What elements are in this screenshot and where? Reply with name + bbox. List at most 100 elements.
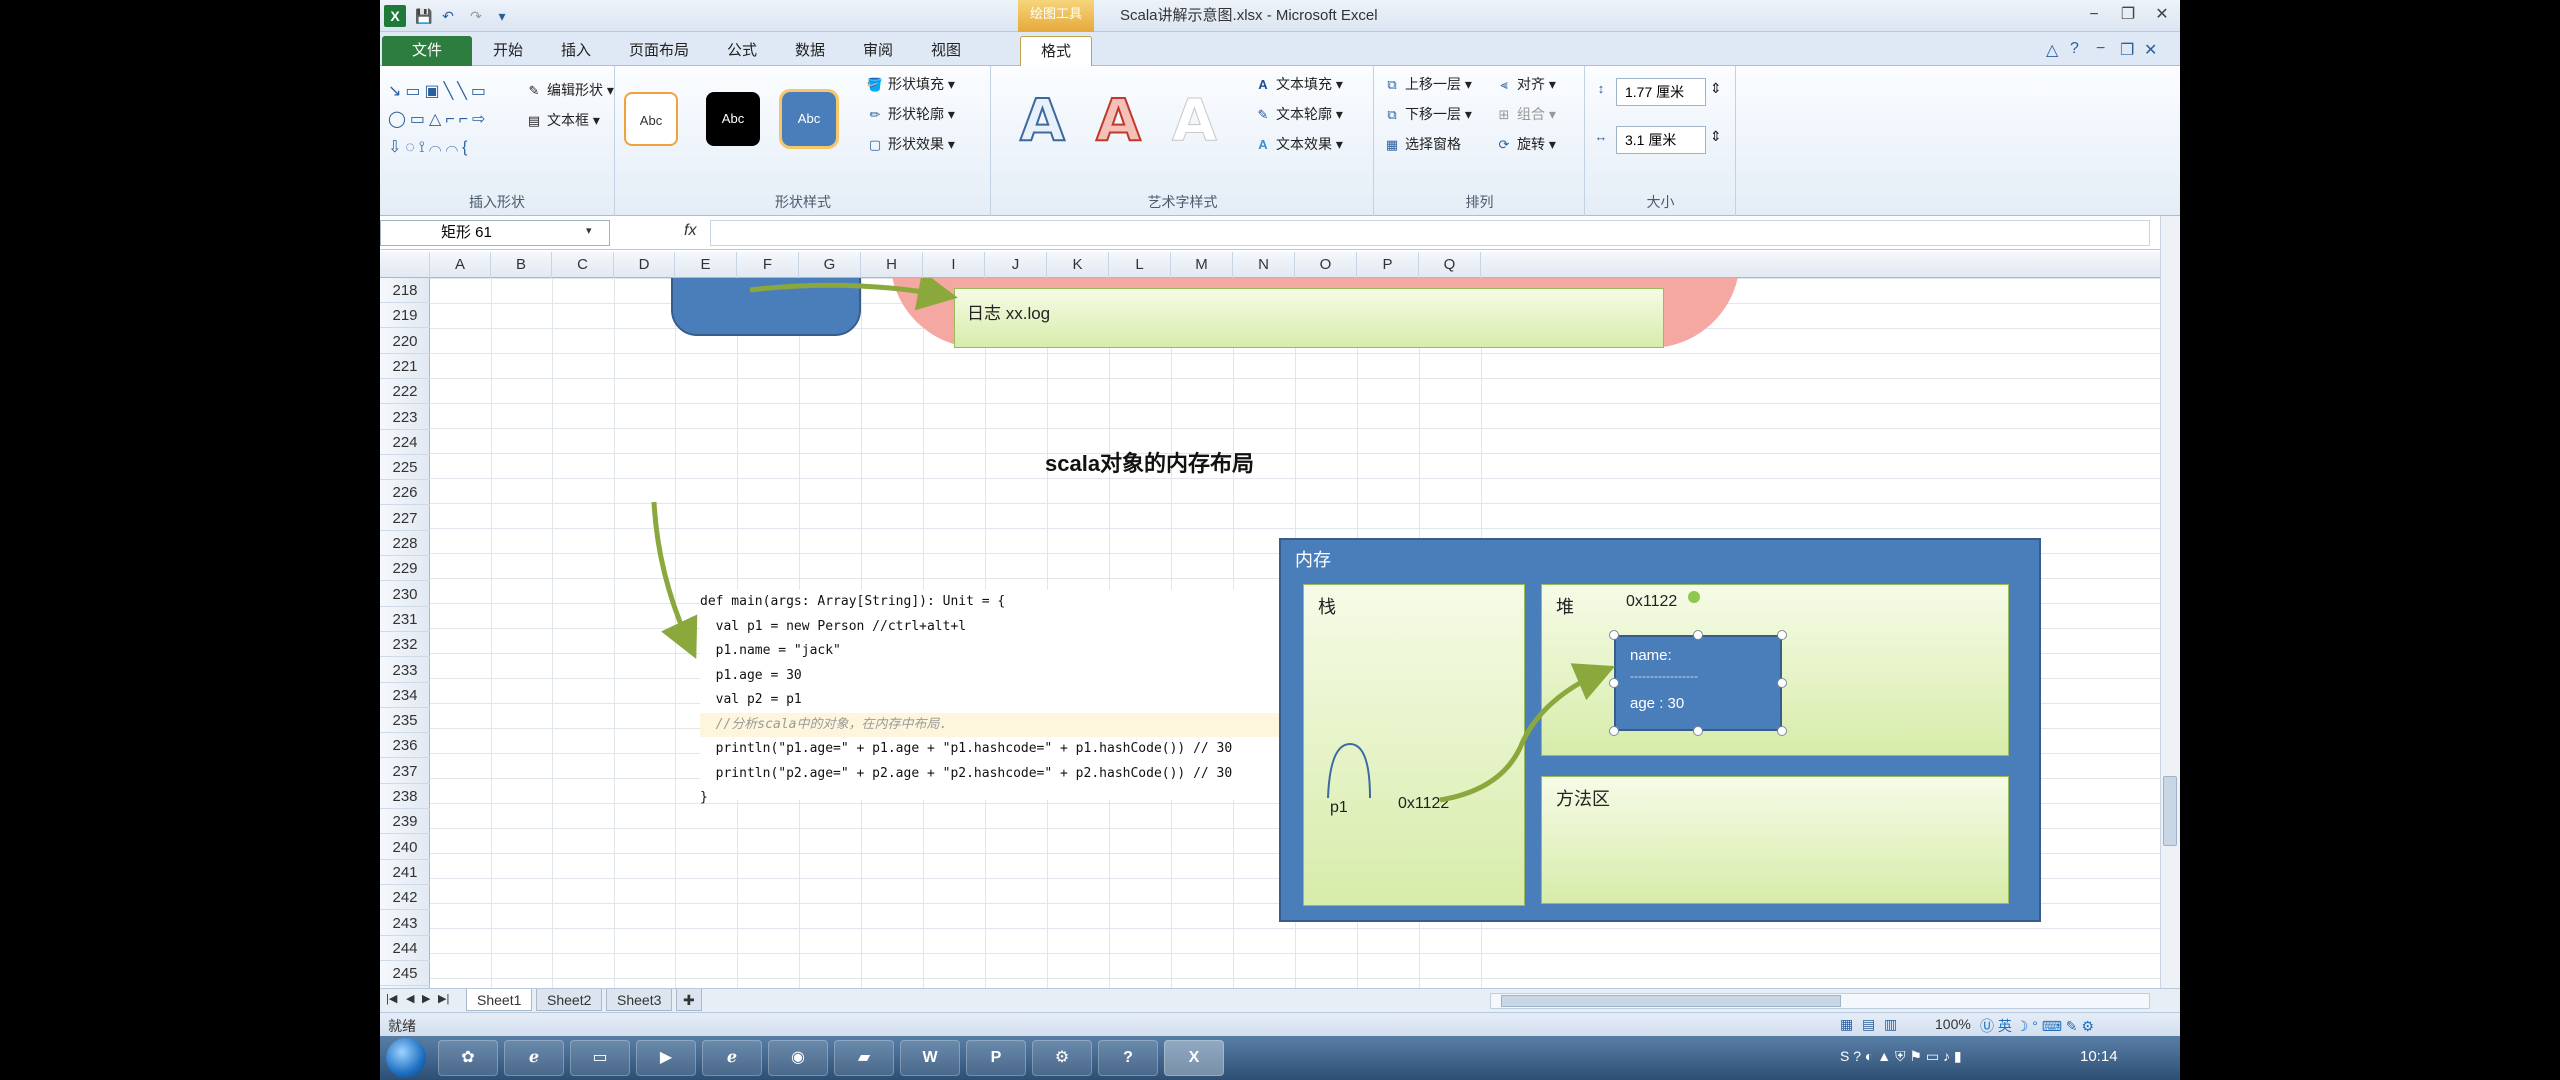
doc-close-icon[interactable]: ✕ — [2144, 40, 2157, 60]
tab-insert[interactable]: 插入 — [544, 36, 608, 66]
resize-handle[interactable] — [1609, 726, 1619, 736]
resize-handle[interactable] — [1693, 630, 1703, 640]
horizontal-scrollbar[interactable] — [1490, 993, 2150, 1009]
row-header[interactable]: 218 — [380, 278, 430, 303]
wordart-sample-white[interactable]: A — [1172, 86, 1218, 155]
blue-rounded-shape[interactable] — [671, 278, 861, 336]
row-header[interactable]: 240 — [380, 835, 430, 860]
align-button[interactable]: ⫷ 对齐 ▾ — [1495, 74, 1556, 94]
row-header[interactable]: 225 — [380, 455, 430, 481]
rotate-handle[interactable] — [1688, 591, 1700, 603]
send-backward-button[interactable]: ⧉ 下移一层 ▾ — [1383, 104, 1472, 124]
shape-effects-button[interactable]: ▢ 形状效果 ▾ — [866, 134, 955, 154]
taskbar-explorer-icon[interactable]: ▭ — [570, 1040, 630, 1076]
row-header[interactable]: 230 — [380, 582, 430, 607]
row-header[interactable]: 224 — [380, 430, 430, 455]
text-box-button[interactable]: ▤ 文本框 ▾ — [525, 110, 600, 130]
customize-toolbar-icon[interactable]: ▾ — [492, 6, 512, 26]
column-header[interactable]: C — [552, 252, 614, 278]
row-header[interactable]: 233 — [380, 658, 430, 683]
doc-minimize-icon[interactable]: − — [2096, 40, 2105, 58]
zoom-level[interactable]: 100% — [1935, 1016, 1971, 1032]
taskbar-help-icon[interactable]: ? — [1098, 1040, 1158, 1076]
rotate-button[interactable]: ⟳ 旋转 ▾ — [1495, 134, 1556, 154]
tab-review[interactable]: 审阅 — [846, 36, 910, 66]
wordart-sample-red[interactable]: A — [1095, 85, 1142, 155]
taskbar-browser-icon[interactable]: ℯ — [702, 1040, 762, 1076]
next-sheet-icon[interactable]: ▶ — [422, 992, 430, 1005]
group-button[interactable]: ⊞ 组合 ▾ — [1495, 104, 1556, 124]
column-header[interactable]: N — [1233, 252, 1295, 278]
column-header[interactable]: J — [985, 252, 1047, 278]
vertical-scrollbar[interactable] — [2160, 216, 2180, 988]
view-page-layout-icon[interactable]: ▤ — [1862, 1016, 1875, 1033]
insert-sheet-icon[interactable]: ✚ — [676, 989, 702, 1011]
prev-sheet-icon[interactable]: ◀ — [406, 992, 414, 1005]
person-object-box[interactable]: name: ----------------- age : 30 — [1614, 635, 1782, 731]
taskbar-powerpoint-icon[interactable]: P — [966, 1040, 1026, 1076]
excel-logo-icon[interactable]: X — [384, 5, 406, 27]
row-header[interactable]: 226 — [380, 480, 430, 506]
row-header[interactable]: 234 — [380, 683, 430, 708]
tab-home[interactable]: 开始 — [476, 36, 540, 66]
taskbar-firefox-icon[interactable]: ◉ — [768, 1040, 828, 1076]
doc-restore-icon[interactable]: ❐ — [2120, 40, 2134, 60]
row-header[interactable]: 228 — [380, 531, 430, 556]
first-sheet-icon[interactable]: |◀ — [386, 992, 397, 1005]
method-area-panel[interactable]: 方法区 — [1541, 776, 2009, 904]
column-header[interactable]: A — [430, 252, 491, 278]
resize-handle[interactable] — [1777, 726, 1787, 736]
height-spinner-icon[interactable]: ⇕ — [1710, 80, 1722, 97]
taskbar-ie-icon[interactable]: ℯ — [504, 1040, 564, 1076]
shape-outline-button[interactable]: ✏ 形状轮廓 ▾ — [866, 104, 955, 124]
taskbar-word-icon[interactable]: W — [900, 1040, 960, 1076]
column-header[interactable]: K — [1047, 252, 1109, 278]
tab-formulas[interactable]: 公式 — [710, 36, 774, 66]
bring-forward-button[interactable]: ⧉ 上移一层 ▾ — [1383, 74, 1472, 94]
start-button-icon[interactable] — [386, 1038, 426, 1078]
undo-icon[interactable]: ↶ — [438, 6, 458, 26]
row-header[interactable]: 232 — [380, 632, 430, 658]
text-fill-button[interactable]: A 文本填充 ▾ — [1254, 74, 1343, 94]
width-spinner-icon[interactable]: ⇕ — [1710, 128, 1722, 145]
heap-panel[interactable]: 堆 0x1122 name: ----------------- age : 3… — [1541, 584, 2009, 756]
column-header[interactable]: L — [1109, 252, 1171, 278]
tab-view[interactable]: 视图 — [914, 36, 978, 66]
tab-file[interactable]: 文件 — [382, 36, 472, 66]
taskbar-tool-icon[interactable]: ⚙ — [1032, 1040, 1092, 1076]
hscroll-thumb[interactable] — [1501, 995, 1841, 1007]
row-header[interactable]: 220 — [380, 329, 430, 354]
resize-handle[interactable] — [1693, 726, 1703, 736]
last-sheet-icon[interactable]: ▶| — [438, 992, 449, 1005]
row-header[interactable]: 229 — [380, 556, 430, 582]
shape-fill-button[interactable]: 🪣 形状填充 ▾ — [866, 74, 955, 94]
ime-icon[interactable]: Ⓤ 英 ☽ ° ⌨ ✎ ⚙ — [1980, 1016, 2094, 1036]
style-sample-blue-selected[interactable]: Abc — [779, 89, 839, 149]
shape-width-field[interactable]: 3.1 厘米 — [1616, 126, 1706, 154]
memory-box[interactable]: 内存 栈 p1 0x1122 堆 0x1122 name: ----------… — [1279, 538, 2041, 922]
tab-page-layout[interactable]: 页面布局 — [612, 36, 706, 66]
row-header[interactable]: 237 — [380, 759, 430, 784]
help-icon[interactable]: ? — [2070, 40, 2079, 58]
taskbar-app-icon[interactable]: ✿ — [438, 1040, 498, 1076]
resize-handle[interactable] — [1609, 630, 1619, 640]
shape-height-field[interactable]: 1.77 厘米 — [1616, 78, 1706, 106]
collapse-ribbon-icon[interactable]: △ — [2046, 40, 2058, 60]
save-icon[interactable]: 💾 — [414, 6, 434, 26]
selection-pane-button[interactable]: ▦ 选择窗格 — [1383, 134, 1461, 154]
style-sample-black[interactable]: Abc — [706, 92, 760, 146]
column-header[interactable]: E — [675, 252, 737, 278]
resize-handle[interactable] — [1777, 630, 1787, 640]
close-icon[interactable]: ✕ — [2148, 2, 2176, 28]
column-header[interactable]: M — [1171, 252, 1233, 278]
taskbar-excel-icon[interactable]: X — [1164, 1040, 1224, 1076]
row-header[interactable]: 244 — [380, 936, 430, 961]
row-header[interactable]: 235 — [380, 708, 430, 734]
resize-handle[interactable] — [1609, 678, 1619, 688]
view-normal-icon[interactable]: ▦ — [1840, 1016, 1853, 1033]
sheet-tab-1[interactable]: Sheet1 — [466, 989, 533, 1011]
redo-icon[interactable]: ↷ — [466, 6, 486, 26]
taskbar-ide-icon[interactable]: ▰ — [834, 1040, 894, 1076]
column-header[interactable]: I — [923, 252, 985, 278]
edit-shape-button[interactable]: ✎ 编辑形状 ▾ — [525, 80, 614, 100]
